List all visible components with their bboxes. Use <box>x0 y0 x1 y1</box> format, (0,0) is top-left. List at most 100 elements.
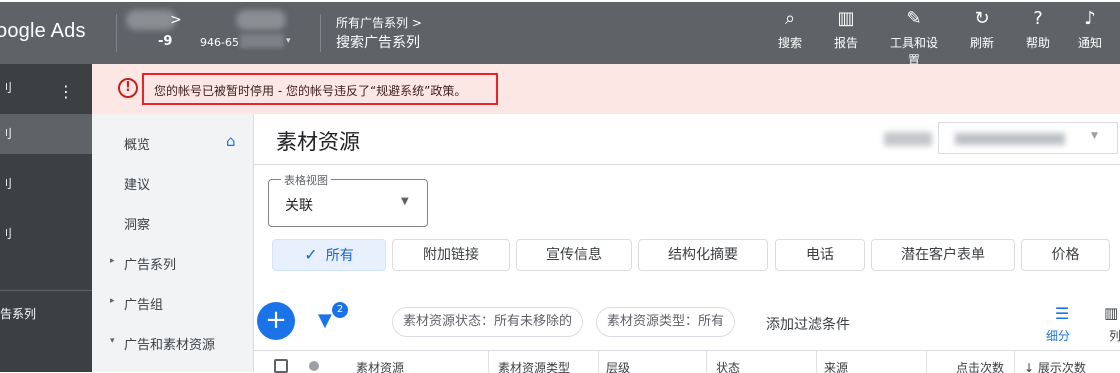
main-content: 素材资源 ▼ 表格视图 关联 ▼ ✓ 所有 附加链接 宣传信息 结构化摘要 电话 … <box>254 114 1120 373</box>
alert-highlight-box: 您的帐号已被暂时停用 - 您的帐号违反了“规避系统”政策。 <box>142 73 498 105</box>
breadcrumb-parent[interactable]: 所有广告系列 > <box>336 14 422 31</box>
subnav-item-campaigns[interactable]: 广告系列 <box>124 254 176 273</box>
chip-callouts[interactable]: 宣传信息 <box>516 239 632 271</box>
column-divider <box>1014 351 1015 373</box>
filter-count-badge: 2 <box>332 302 348 318</box>
top-bar: oogle Ads > -9 946-65 ▾ 所有广告系列 > 搜索广告系列 … <box>0 0 1120 67</box>
left-nav-item-selected[interactable]: 刂 <box>0 114 92 154</box>
table-view-label: 表格视图 <box>281 172 331 188</box>
reports-label: 报告 <box>833 36 858 50</box>
column-divider <box>706 351 707 373</box>
subnav-item-ads-assets[interactable]: 广告和素材资源 <box>124 334 215 353</box>
expand-icon[interactable]: ▸ <box>110 256 115 266</box>
column-divider <box>598 351 599 373</box>
subnav-item-overview[interactable]: 概览 <box>124 134 150 153</box>
dropdown-arrow-icon: ▼ <box>1091 131 1098 141</box>
notifications-button[interactable]: ♪ 通知 <box>1062 8 1118 51</box>
bell-icon: ♪ <box>1084 8 1096 29</box>
left-nav-item[interactable]: 刂 <box>0 164 92 204</box>
segment-label[interactable]: 细分 <box>1046 327 1070 344</box>
column-divider <box>816 351 817 373</box>
left-nav-item[interactable]: 刂 <box>0 214 92 254</box>
home-icon: ⌂ <box>226 132 236 150</box>
help-label: 帮助 <box>1025 36 1050 50</box>
divider <box>254 164 1120 165</box>
search-button[interactable]: ⌕ 搜索 <box>762 8 818 51</box>
chip-calls[interactable]: 电话 <box>775 239 865 271</box>
left-nav-item[interactable]: 刂 <box>0 68 92 108</box>
segment-icon[interactable]: ☰ <box>1050 304 1074 323</box>
more-options-icon[interactable]: ⋮ <box>58 82 74 101</box>
help-button[interactable]: ? 帮助 <box>1010 8 1066 51</box>
collapse-icon[interactable]: ▾ <box>110 336 115 346</box>
col-header-impressions[interactable]: ↓ 展示次数 <box>1024 359 1086 373</box>
subnav-item-ad-groups[interactable]: 广告组 <box>124 294 163 313</box>
reports-button[interactable]: ▥ 报告 <box>818 8 874 51</box>
google-ads-logo[interactable]: oogle Ads <box>0 20 86 43</box>
date-range-selector[interactable]: ▼ <box>938 122 1118 154</box>
account-id[interactable]: 946-65 <box>200 36 239 49</box>
divider <box>0 290 92 291</box>
expand-icon[interactable]: ▸ <box>110 296 115 306</box>
col-header-source[interactable]: 来源 <box>824 359 848 373</box>
redacted-account-name <box>236 10 286 30</box>
page-title: 素材资源 <box>276 130 360 154</box>
check-icon: ✓ <box>304 245 318 264</box>
alert-icon: ! <box>118 78 138 98</box>
table-view-value: 关联 <box>285 198 313 214</box>
divider <box>320 14 321 52</box>
account-suspended-alert: ! 您的帐号已被暂时停用 - 您的帐号违反了“规避系统”政策。 <box>92 64 1120 114</box>
account-chevron-icon[interactable]: > <box>170 12 182 28</box>
account-dropdown-icon[interactable]: ▾ <box>286 36 291 46</box>
dropdown-arrow-icon: ▼ <box>401 196 409 207</box>
search-label: 搜索 <box>777 36 802 50</box>
help-icon: ? <box>1033 8 1043 29</box>
tools-icon: ✎ <box>906 8 922 29</box>
add-filter-button[interactable]: 添加过滤条件 <box>766 314 850 334</box>
col-header-status[interactable]: 状态 <box>716 359 740 373</box>
chip-all[interactable]: ✓ 所有 <box>272 239 386 271</box>
select-all-checkbox[interactable] <box>274 359 288 373</box>
col-header-asset[interactable]: 素材资源 <box>356 359 404 373</box>
refresh-label: 刷新 <box>969 36 994 50</box>
sub-nav: 概览 ⌂ 建议 洞察 ▸ 广告系列 ▸ 广告组 ▾ 广告和素材资源 <box>92 114 254 372</box>
redacted-label <box>884 132 932 146</box>
col-header-level[interactable]: 层级 <box>606 359 630 373</box>
column-divider <box>926 351 927 373</box>
notifications-label: 通知 <box>1077 36 1102 50</box>
add-button[interactable]: + <box>257 302 295 340</box>
filter-chip-asset-type[interactable]: 素材资源类型：所有 <box>596 307 736 337</box>
columns-icon[interactable]: ▥ <box>1104 304 1118 322</box>
left-nav-item-campaigns[interactable]: 告系列 <box>0 294 92 334</box>
search-icon: ⌕ <box>784 8 796 29</box>
col-header-asset-type[interactable]: 素材资源类型 <box>498 359 570 373</box>
redacted-value <box>955 133 1065 145</box>
left-nav: 刂 ⋮ 刂 刂 刂 告系列 <box>0 64 92 372</box>
column-divider <box>488 351 489 373</box>
tools-label: 工具和设置 <box>889 36 938 67</box>
refresh-button[interactable]: ↻ 刷新 <box>954 8 1010 51</box>
reports-icon: ▥ <box>837 8 855 29</box>
breadcrumb-current[interactable]: 搜索广告系列 <box>336 32 420 52</box>
status-dot-icon <box>309 361 319 371</box>
chip-sitelinks[interactable]: 附加链接 <box>392 239 510 271</box>
tools-button[interactable]: ✎ 工具和设置 <box>886 8 942 68</box>
window-edge <box>0 0 1120 2</box>
subnav-item-recommendations[interactable]: 建议 <box>124 174 150 193</box>
filter-icon[interactable]: ▼ <box>318 310 332 331</box>
redacted-account-id <box>240 34 284 48</box>
redacted-account-name <box>126 10 176 30</box>
col-header-clicks[interactable]: 点击次数 <box>956 359 1004 373</box>
account-id-prefix[interactable]: -9 <box>158 34 172 49</box>
chip-label: 所有 <box>325 248 354 264</box>
table-view-select[interactable]: 表格视图 关联 ▼ <box>268 172 428 227</box>
columns-label[interactable]: 列 <box>1109 327 1120 344</box>
alert-message: 您的帐号已被暂时停用 - 您的帐号违反了“规避系统”政策。 <box>154 84 467 98</box>
divider <box>116 14 117 52</box>
table-header: 素材资源 素材资源类型 层级 状态 来源 点击次数 ↓ 展示次数 <box>254 350 1120 373</box>
chip-price[interactable]: 价格 <box>1021 239 1110 271</box>
subnav-item-insights[interactable]: 洞察 <box>124 214 150 233</box>
chip-structured-snippets[interactable]: 结构化摘要 <box>638 239 768 271</box>
filter-chip-asset-status[interactable]: 素材资源状态：所有未移除的 <box>392 307 584 337</box>
chip-lead-forms[interactable]: 潜在客户表单 <box>871 239 1015 271</box>
